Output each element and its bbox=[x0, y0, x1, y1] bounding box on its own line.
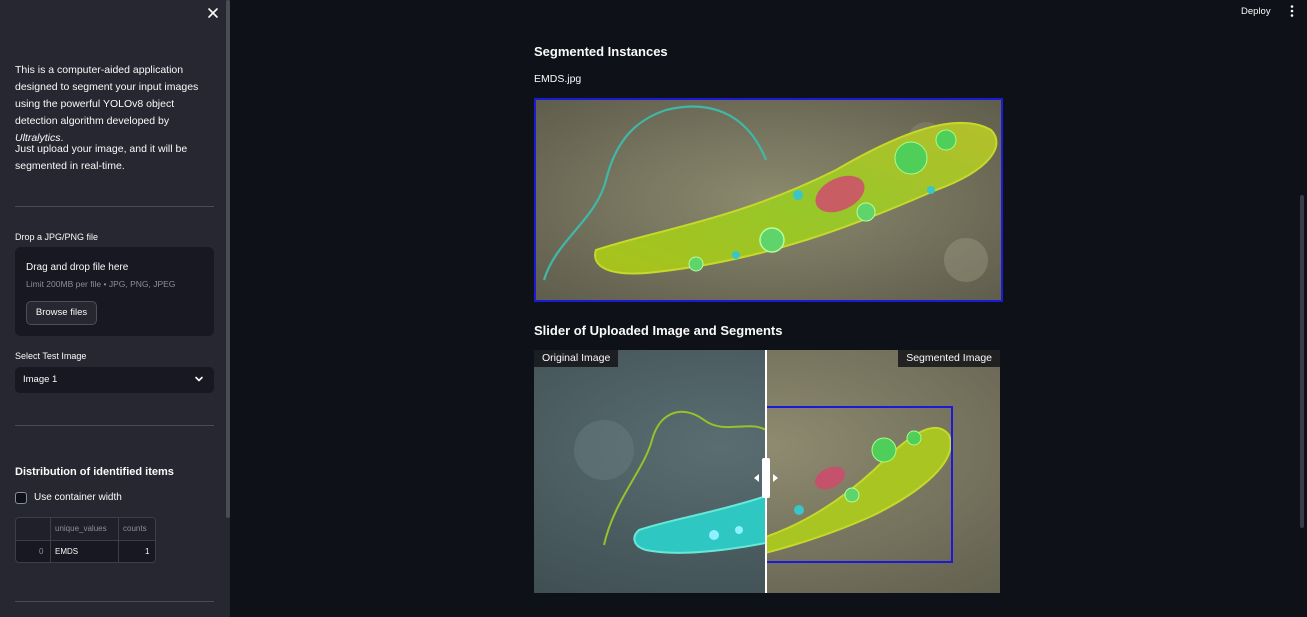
dropzone-title: Drag and drop file here bbox=[26, 262, 129, 273]
browse-files-button[interactable]: Browse files bbox=[26, 301, 97, 325]
column-divider bbox=[50, 518, 51, 562]
divider bbox=[15, 601, 214, 602]
image-caption: EMDS.jpg bbox=[534, 73, 582, 85]
instructions-text: Just upload your image, and it will be s… bbox=[15, 143, 188, 172]
distribution-table: unique_values counts 0 EMDS 1 bbox=[15, 517, 156, 563]
more-menu-icon[interactable] bbox=[1288, 4, 1296, 18]
chevron-down-icon bbox=[195, 376, 203, 382]
close-icon bbox=[208, 8, 218, 18]
select-value: Image 1 bbox=[23, 374, 58, 385]
app-description: This is a computer-aided application des… bbox=[15, 62, 215, 147]
table-cell[interactable]: 1 bbox=[145, 547, 149, 556]
deploy-button[interactable]: Deploy bbox=[1241, 6, 1271, 17]
segmented-image bbox=[534, 98, 1003, 302]
slider-handle-icon[interactable] bbox=[753, 458, 779, 498]
file-uploader[interactable]: Drag and drop file here Limit 200MB per … bbox=[15, 247, 214, 336]
table-cell[interactable]: EMDS bbox=[55, 547, 78, 556]
column-header[interactable]: unique_values bbox=[55, 524, 107, 533]
sidebar: This is a computer-aided application des… bbox=[0, 0, 230, 617]
image-comparison-slider[interactable]: Original Image Segmented Image bbox=[534, 350, 1000, 593]
original-image-label: Original Image bbox=[534, 350, 619, 367]
column-divider bbox=[118, 518, 119, 562]
segmented-heading: Segmented Instances bbox=[534, 44, 668, 59]
sidebar-scrollbar[interactable] bbox=[226, 0, 230, 518]
uploader-label: Drop a JPG/PNG file bbox=[15, 232, 99, 242]
description-text: This is a computer-aided application des… bbox=[15, 64, 199, 127]
segmented-organism-image bbox=[536, 100, 1001, 300]
row-index: 0 bbox=[39, 547, 44, 556]
distribution-title: Distribution of identified items bbox=[15, 466, 174, 478]
test-image-select[interactable]: Image 1 bbox=[15, 367, 214, 393]
container-width-checkbox[interactable] bbox=[15, 492, 27, 504]
main-scrollbar[interactable] bbox=[1300, 195, 1304, 528]
divider bbox=[15, 425, 214, 426]
column-header[interactable]: counts bbox=[123, 524, 147, 533]
segmented-image-label: Segmented Image bbox=[898, 350, 1000, 367]
select-label: Select Test Image bbox=[15, 351, 87, 361]
dropzone-limit: Limit 200MB per file • JPG, PNG, JPEG bbox=[26, 279, 176, 289]
slider-heading: Slider of Uploaded Image and Segments bbox=[534, 323, 783, 338]
checkbox-label[interactable]: Use container width bbox=[34, 492, 122, 503]
close-sidebar-button[interactable] bbox=[205, 5, 221, 21]
divider bbox=[15, 206, 214, 207]
